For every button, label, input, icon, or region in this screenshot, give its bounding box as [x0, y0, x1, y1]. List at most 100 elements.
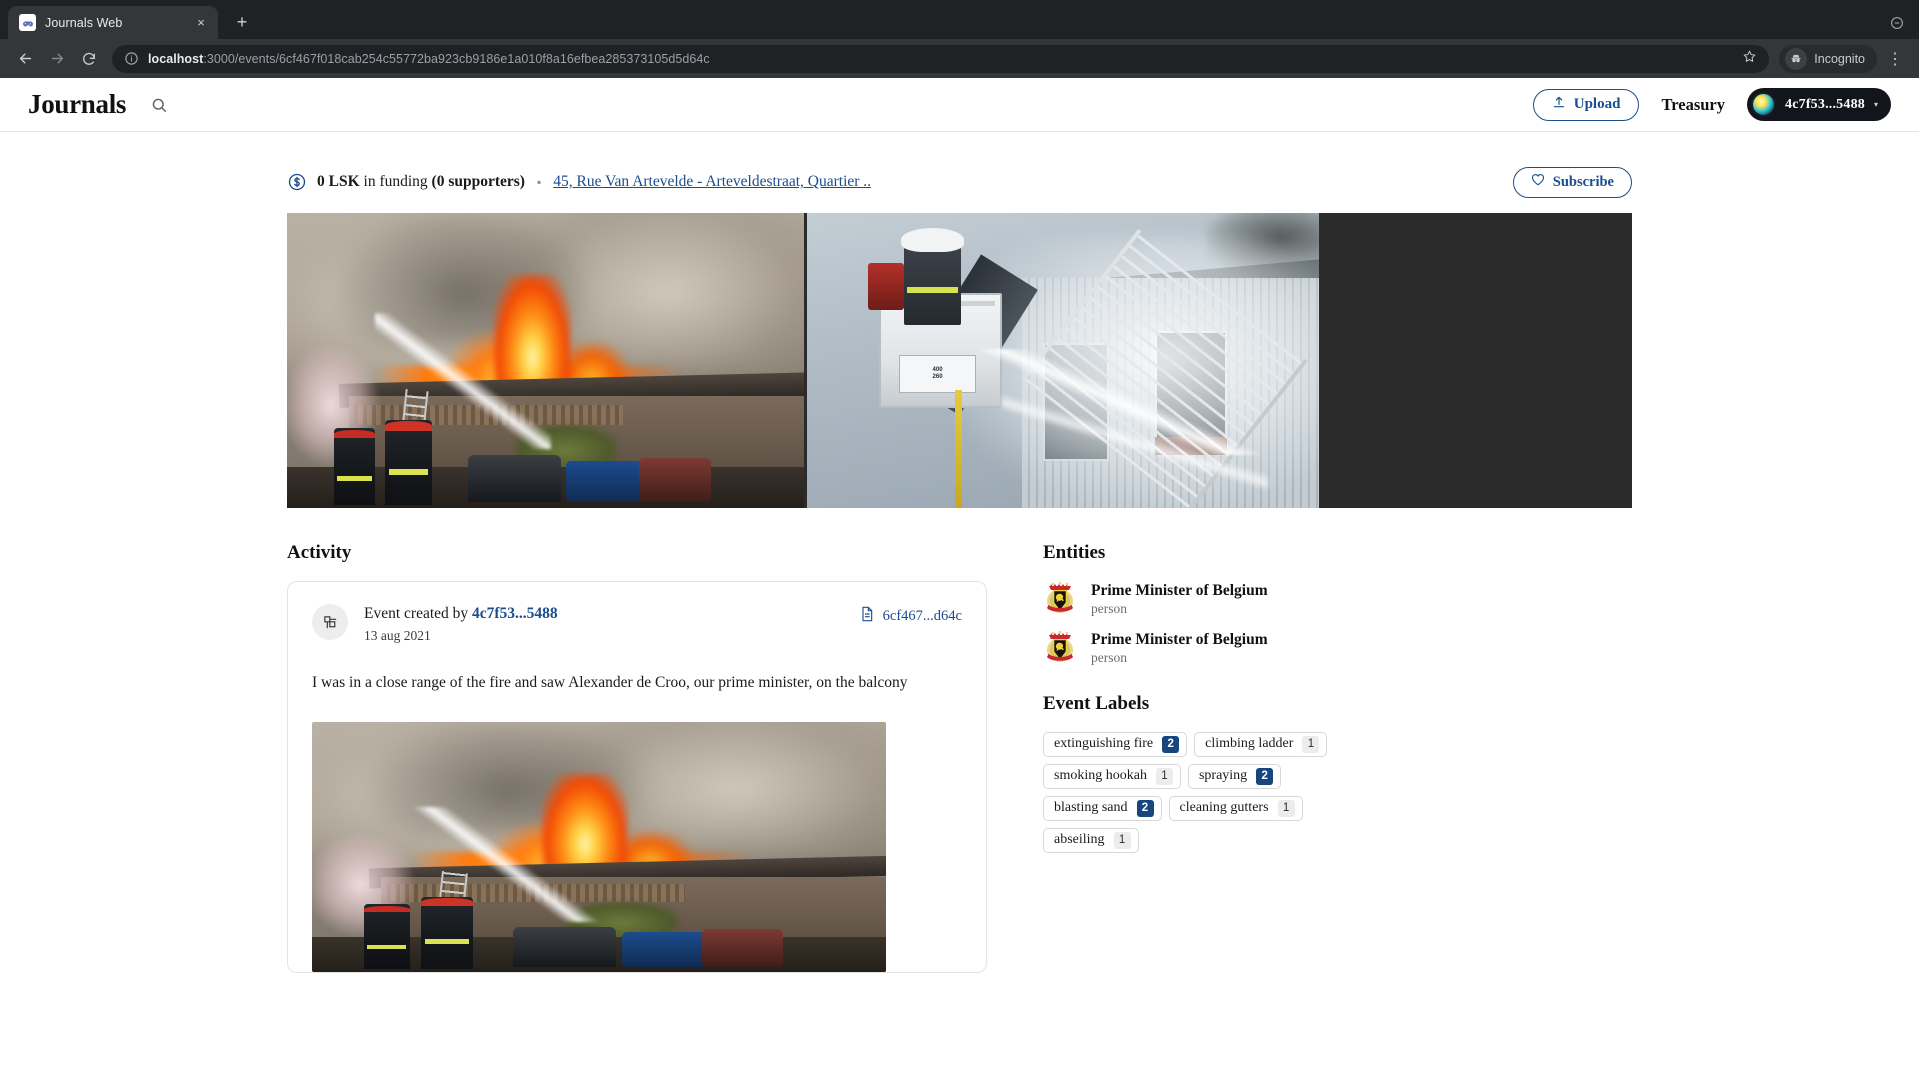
entity-type: person [1091, 650, 1127, 666]
reload-button[interactable] [74, 44, 104, 74]
activity-attached-photo[interactable] [312, 721, 886, 972]
url-host: localhost [148, 51, 204, 66]
address-bar[interactable]: localhost:3000/events/6cf467f018cab254c5… [112, 44, 1770, 73]
app-header: Journals Upload Treasury 4c7f53...5488 ▾ [0, 78, 1919, 132]
activity-card: Event created by 4c7f53...5488 13 aug 20… [287, 581, 987, 973]
chevron-down-icon: ▾ [1873, 100, 1878, 109]
activity-author-link[interactable]: 4c7f53...5488 [472, 605, 558, 622]
back-button[interactable] [10, 44, 40, 74]
incognito-label: Incognito [1814, 51, 1865, 66]
entity-name: Prime Minister of Belgium [1091, 582, 1268, 599]
event-label-chip[interactable]: climbing ladder 1 [1194, 731, 1328, 757]
dollar-circle-icon [287, 172, 307, 192]
upload-button[interactable]: Upload [1532, 88, 1640, 121]
event-label-chip[interactable]: spraying 2 [1187, 763, 1282, 789]
entity-type: person [1091, 601, 1127, 617]
url-text: localhost:3000/events/6cf467f018cab254c5… [148, 52, 710, 66]
lower-section: Activity Event created by 4c7f53...5488 … [287, 542, 1632, 973]
activity-body-text: I was in a close range of the fire and s… [312, 673, 908, 691]
window-minimize-icon[interactable] [1887, 13, 1907, 33]
entities-section-title: Entities [1043, 542, 1106, 563]
browser-menu-icon[interactable]: ⋮ [1881, 45, 1909, 73]
upload-label: Upload [1573, 96, 1621, 112]
entity-text: Prime Minister of Belgium person [1091, 630, 1268, 667]
event-label-chip[interactable]: smoking hookah 1 [1043, 763, 1181, 789]
coat-of-arms-icon [1043, 630, 1077, 666]
event-label-text: climbing ladder [1205, 736, 1294, 752]
url-path: :3000/events/6cf467f018cab254c55772ba923… [203, 51, 710, 66]
activity-meta: Event created by 4c7f53...5488 13 aug 20… [364, 604, 860, 644]
event-photo-burning-building[interactable] [287, 213, 804, 508]
account-address: 4c7f53...5488 [1785, 96, 1865, 112]
incognito-icon [1785, 47, 1808, 70]
subscribe-label: Subscribe [1552, 173, 1614, 190]
bookmark-star-icon[interactable] [1742, 49, 1757, 69]
avatar [1751, 92, 1776, 117]
forward-button[interactable] [42, 44, 72, 74]
browser-tab[interactable]: Journals Web × [8, 6, 218, 39]
browser-tab-title: Journals Web [45, 15, 123, 30]
event-label-text: extinguishing fire [1054, 736, 1154, 752]
app-logo[interactable]: Journals [28, 91, 126, 118]
activity-document-ref: 6cf467...d64c [882, 608, 962, 624]
activity-document-link[interactable]: 6cf467...d64c [860, 606, 962, 627]
browser-tabstrip: Journals Web × + [0, 0, 1919, 39]
funding-in: in funding [359, 173, 432, 190]
entity-item[interactable]: Prime Minister of Belgium person [1043, 581, 1632, 618]
funding-bar: 0 LSK in funding (0 supporters) ▪ 45, Ru… [287, 165, 1632, 199]
page-viewport: Journals Upload Treasury 4c7f53...5488 ▾ [0, 78, 1919, 1079]
event-labels-section-title: Event Labels [1043, 692, 1150, 714]
activity-section-title: Activity [287, 542, 352, 563]
event-label-chip[interactable]: extinguishing fire 2 [1043, 731, 1188, 757]
event-label-count: 2 [1256, 767, 1274, 785]
event-label-text: blasting sand [1054, 800, 1128, 816]
event-label-count: 1 [1113, 831, 1131, 849]
event-label-chip[interactable]: blasting sand 2 [1043, 795, 1162, 821]
incognito-indicator[interactable]: Incognito [1779, 44, 1877, 73]
event-label-count: 2 [1162, 735, 1180, 753]
browser-window: Journals Web × + localhost:3000/events/6… [0, 0, 1919, 1079]
event-label-text: spraying [1198, 768, 1248, 784]
account-menu[interactable]: 4c7f53...5488 ▾ [1747, 88, 1891, 121]
entity-item[interactable]: Prime Minister of Belgium person [1043, 630, 1632, 667]
subscribe-button[interactable]: Subscribe [1512, 166, 1632, 198]
treasury-link[interactable]: Treasury [1661, 95, 1725, 115]
activity-column: Activity Event created by 4c7f53...5488 … [287, 542, 987, 973]
funding-summary: 0 LSK in funding (0 supporters) [317, 173, 525, 191]
window-controls [1887, 13, 1907, 33]
event-label-count: 2 [1136, 799, 1154, 817]
document-icon [860, 606, 874, 627]
search-icon[interactable] [148, 94, 170, 116]
entity-text: Prime Minister of Belgium person [1091, 581, 1268, 618]
event-label-text: abseiling [1054, 832, 1105, 848]
activity-header: Event created by 4c7f53...5488 13 aug 20… [312, 604, 962, 644]
event-label-count: 1 [1277, 799, 1295, 817]
game-controller-icon [19, 14, 36, 31]
header-actions: Upload Treasury 4c7f53...5488 ▾ [1532, 88, 1891, 121]
page-content: 0 LSK in funding (0 supporters) ▪ 45, Ru… [0, 165, 1919, 973]
separator-dot: ▪ [536, 175, 542, 189]
activity-created-prefix: Event created by [364, 605, 473, 622]
event-label-chip[interactable]: cleaning gutters 1 [1168, 795, 1303, 821]
event-photo-ladder-platform[interactable]: 400 260 [804, 213, 1319, 508]
event-labels-list: extinguishing fire 2 climbing ladder 1 smo… [1043, 731, 1333, 853]
event-address-link[interactable]: 45, Rue Van Artevelde - Arteveldestraat,… [553, 173, 871, 191]
side-column: Entities Prime Minister of Belgium perso… [1043, 542, 1632, 973]
funding-supporters: (0 supporters) [431, 173, 525, 190]
event-media-banner: 400 260 [287, 213, 1632, 508]
browser-toolbar: localhost:3000/events/6cf467f018cab254c5… [0, 39, 1919, 78]
new-tab-button[interactable]: + [228, 8, 256, 36]
event-label-chip[interactable]: abseiling 1 [1043, 827, 1139, 853]
event-label-count: 1 [1302, 735, 1320, 753]
event-label-text: smoking hookah [1054, 768, 1147, 784]
coat-of-arms-icon [1043, 581, 1077, 617]
site-info-icon[interactable] [124, 51, 139, 66]
event-label-count: 1 [1155, 767, 1173, 785]
event-label-text: cleaning gutters [1179, 800, 1269, 816]
funding-amount: 0 LSK [317, 173, 360, 190]
activity-created-line: Event created by 4c7f53...5488 [364, 604, 860, 625]
entity-name: Prime Minister of Belgium [1091, 630, 1268, 648]
heart-icon [1531, 173, 1545, 191]
close-icon[interactable]: × [192, 14, 210, 32]
upload-icon [1552, 95, 1566, 114]
